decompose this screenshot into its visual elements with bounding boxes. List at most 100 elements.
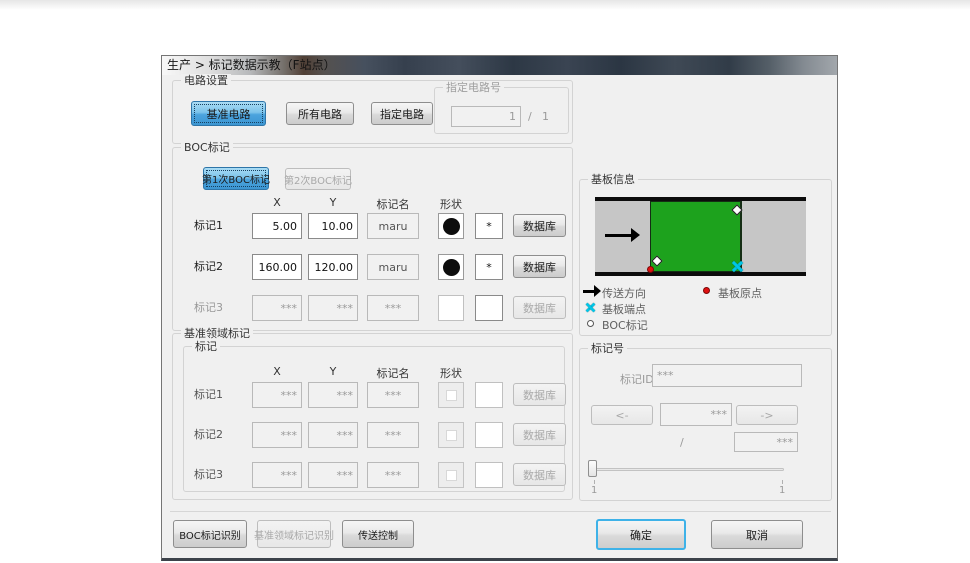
ref-header-shape: 形状 [429, 365, 473, 381]
boc-row2-database-button[interactable]: 数据库 [513, 255, 566, 278]
mark-slider-thumb[interactable] [588, 460, 597, 477]
ref-row1-shape-square-icon [438, 382, 464, 408]
boc-row2-label: 标记2 [194, 254, 223, 280]
ref-row2-x-field: *** [252, 422, 302, 448]
boc-row1-shape-circle-icon [438, 213, 464, 239]
base-circuit-button[interactable]: 基准电路 [191, 101, 266, 126]
board-rect [650, 201, 742, 272]
reference-area-mark-label: 基准领域标记 [181, 327, 253, 340]
slider-max-label: 1 [779, 485, 785, 496]
boc-row2-y-field[interactable]: 120.00 [308, 254, 358, 280]
conveyor-rail-bottom [595, 272, 806, 276]
boc-header-y: Y [308, 196, 358, 209]
mark-number-label: 标记号 [588, 342, 627, 355]
boc-row1-y-field[interactable]: 10.00 [308, 213, 358, 239]
window-title: 生产 > 标记数据示教（F站点） [162, 56, 837, 75]
legend-board-endpoint: 基板端点 [602, 301, 646, 317]
board-endpoint-x-icon [732, 261, 743, 272]
second-boc-mark-button: 第2次BOC标记 [285, 168, 351, 190]
boc-row3-y-field: *** [308, 295, 358, 321]
ref-row3-database-button: 数据库 [513, 463, 566, 486]
slider-min-label: 1 [591, 485, 597, 496]
transfer-arrow-icon [605, 234, 631, 237]
next-mark-button: -> [736, 405, 798, 425]
ref-row2-star-field [475, 422, 503, 448]
circuit-number-separator: / [528, 110, 532, 123]
origin-dot-icon [703, 287, 710, 294]
legend-board-origin: 基板原点 [718, 285, 762, 301]
page-top-band [0, 0, 970, 10]
all-circuits-button[interactable]: 所有电路 [286, 102, 354, 125]
ok-button[interactable]: 确定 [596, 519, 686, 550]
ref-row3-y-field: *** [308, 462, 358, 488]
ref-header-x: X [252, 365, 302, 378]
endpoint-x-icon [586, 303, 595, 312]
ref-row2-label: 标记2 [194, 422, 223, 448]
board-conveyor-graphic [595, 197, 806, 276]
ref-row3-x-field: *** [252, 462, 302, 488]
boc-row3-star-field [475, 295, 503, 321]
boc-row3-label: 标记3 [194, 295, 223, 321]
boc-row2-name-field: maru [367, 254, 419, 280]
boc-row3-x-field: *** [252, 295, 302, 321]
circuit-number-total: 1 [542, 110, 549, 123]
ref-row2-database-button: 数据库 [513, 423, 566, 446]
boc-row3-database-button: 数据库 [513, 296, 566, 319]
boc-mark-icon [587, 320, 594, 327]
ref-row1-star-field [475, 382, 503, 408]
ref-row3-shape-square-icon [438, 462, 464, 488]
ref-row2-y-field: *** [308, 422, 358, 448]
boc-row1-x-field[interactable]: 5.00 [252, 213, 302, 239]
boc-header-x: X [252, 196, 302, 209]
ref-row1-label: 标记1 [194, 382, 223, 408]
reference-mark-inner-label: 标记 [192, 340, 220, 353]
mark-id-label: 标记ID [620, 371, 654, 387]
boc-row3-name-field: *** [367, 295, 419, 321]
footer-divider [170, 511, 831, 512]
prev-mark-button: <- [591, 405, 653, 425]
boc-row2-star-field[interactable]: * [475, 254, 503, 280]
ref-row1-x-field: *** [252, 382, 302, 408]
boc-mark-recognize-button[interactable]: BOC标记识别 [173, 520, 247, 548]
boc-row1-name-field: maru [367, 213, 419, 239]
ref-row1-name-field: *** [367, 382, 419, 408]
boc-row1-label: 标记1 [194, 213, 223, 239]
mark-slider-track[interactable] [592, 468, 784, 471]
arrow-right-icon [583, 285, 599, 298]
ref-row1-database-button: 数据库 [513, 383, 566, 406]
circuit-settings-label: 电路设置 [181, 74, 231, 87]
ref-row1-y-field: *** [308, 382, 358, 408]
ref-row3-star-field [475, 462, 503, 488]
ref-row2-name-field: *** [367, 422, 419, 448]
boc-row2-x-field[interactable]: 160.00 [252, 254, 302, 280]
boc-row2-shape-circle-icon [438, 254, 464, 280]
boc-header-shape: 形状 [429, 196, 473, 212]
ref-row2-shape-square-icon [438, 422, 464, 448]
specified-circuit-number-label: 指定电路号 [443, 81, 504, 94]
ref-header-y: Y [308, 365, 358, 378]
specified-circuit-number-field: 1 [451, 106, 521, 127]
mark-total-field: *** [734, 432, 798, 452]
boc-row1-database-button[interactable]: 数据库 [513, 214, 566, 237]
ref-row3-name-field: *** [367, 462, 419, 488]
dialog-window: 生产 > 标记数据示教（F站点） 电路设置 基准电路 所有电路 指定电路 指定电… [161, 55, 838, 561]
slider-tick-min [594, 480, 595, 484]
ref-header-name: 标记名 [361, 365, 425, 381]
boc-mark-label: BOC标记 [181, 141, 233, 154]
mark-count-separator: / [680, 436, 684, 449]
transfer-arrow-head-icon [631, 228, 640, 242]
slider-tick-max [782, 480, 783, 484]
transfer-control-button[interactable]: 传送控制 [342, 520, 414, 548]
boc-row1-star-field[interactable]: * [475, 213, 503, 239]
boc-header-name: 标记名 [361, 196, 425, 212]
board-origin-dot-icon [647, 266, 654, 273]
ref-area-mark-recognize-button: 基准领域标记识别 [257, 520, 331, 548]
legend-transfer-direction: 传送方向 [602, 285, 646, 301]
legend-boc-mark: BOC标记 [602, 317, 648, 333]
specify-circuit-button[interactable]: 指定电路 [371, 102, 433, 125]
first-boc-mark-button[interactable]: 第1次BOC标记 [203, 167, 269, 190]
mark-id-field: *** [652, 364, 802, 387]
board-info-label: 基板信息 [588, 173, 638, 186]
ref-row3-label: 标记3 [194, 462, 223, 488]
cancel-button[interactable]: 取消 [711, 520, 803, 549]
